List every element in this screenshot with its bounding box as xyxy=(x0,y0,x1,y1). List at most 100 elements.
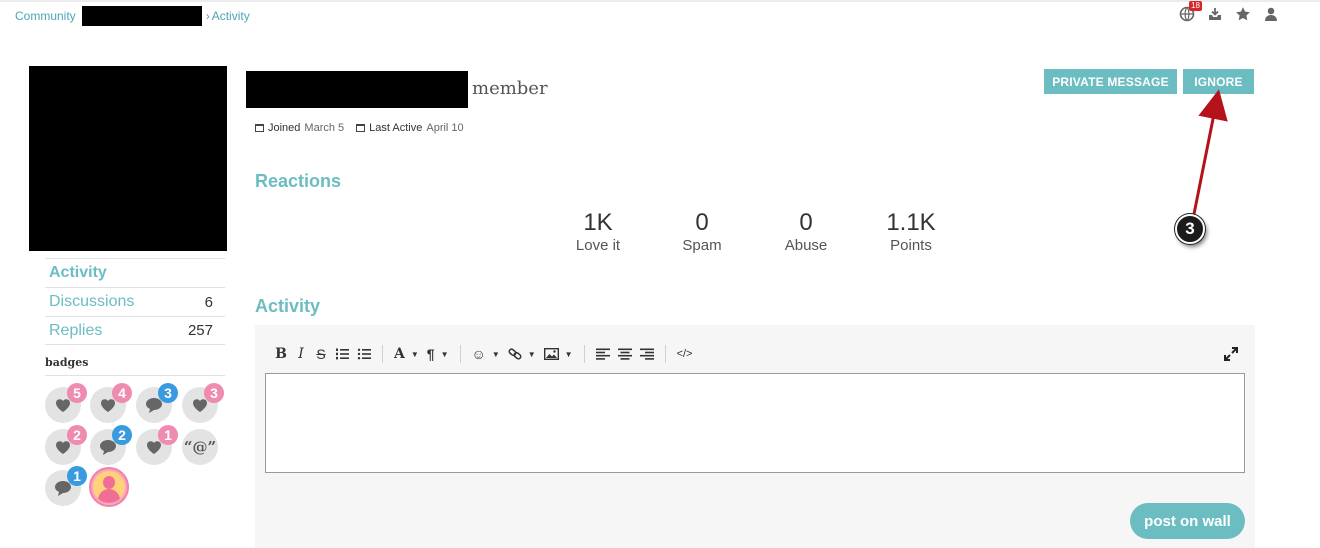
calendar-icon xyxy=(356,124,366,132)
stat-value: 0 xyxy=(799,209,813,236)
badge-comment[interactable]: 1 xyxy=(45,466,87,506)
calendar-icon xyxy=(255,124,264,132)
stat-label: Love it xyxy=(575,237,621,254)
wall-post-editor: B I S A ▼ ¶ ▼ ☺ ▼ ▼ ▼ </> post on wall xyxy=(255,325,1255,548)
badge-heart[interactable]: 5 xyxy=(45,383,87,423)
last-active-label: Last Active xyxy=(369,122,423,134)
badge-count: 2 xyxy=(112,425,132,445)
badge-count: 2 xyxy=(67,425,87,445)
ordered-list-button[interactable] xyxy=(331,343,353,365)
sidebar-item-replies[interactable]: Replies 257 xyxy=(45,316,225,345)
toolbar-divider xyxy=(664,345,666,363)
stat-points: 1.1K Points xyxy=(866,209,956,255)
caret-down-icon: ▼ xyxy=(440,349,449,359)
caret-down-icon: ▼ xyxy=(491,349,500,359)
badge-count: 3 xyxy=(204,383,224,403)
stat-love-it: 1K Love it xyxy=(553,210,643,255)
globe-icon[interactable]: 18 xyxy=(1178,1,1202,23)
code-icon: </> xyxy=(676,348,693,360)
avatar-icon xyxy=(93,471,125,503)
inbox-icon[interactable] xyxy=(1206,5,1224,23)
badge-comment[interactable]: 2 xyxy=(90,425,132,465)
align-center-button[interactable] xyxy=(614,343,636,365)
badge-heart[interactable]: 3 xyxy=(182,383,224,423)
emoji-dropdown[interactable]: ☺ ▼ xyxy=(468,343,504,365)
stat-value: 0 xyxy=(695,209,709,236)
private-message-button[interactable]: PRIVATE MESSAGE xyxy=(1044,69,1177,94)
badge-count: 1 xyxy=(158,425,178,445)
profile-meta: Joined March 5 Last Active April 10 xyxy=(255,122,464,134)
bullet-list-icon xyxy=(357,348,371,360)
badge-mention[interactable]: “@” xyxy=(182,429,218,465)
bullet-list-button[interactable] xyxy=(353,343,375,365)
badges-divider xyxy=(45,375,225,376)
breadcrumb-activity-link[interactable]: Activity xyxy=(212,9,250,23)
image-icon xyxy=(543,348,559,360)
caret-down-icon: ▼ xyxy=(564,349,573,359)
code-view-button[interactable]: </> xyxy=(673,343,697,365)
ordered-list-icon xyxy=(336,348,349,360)
profile-avatar xyxy=(29,66,227,251)
stat-abuse: 0 Abuse xyxy=(761,209,851,255)
align-right-button[interactable] xyxy=(636,343,658,365)
bold-button[interactable]: B xyxy=(271,343,291,365)
badge-count: 4 xyxy=(112,383,132,403)
caret-down-icon: ▼ xyxy=(410,349,419,359)
badge-count: 1 xyxy=(67,466,87,486)
strikethrough-icon: S xyxy=(316,346,326,362)
link-icon xyxy=(508,348,522,360)
italic-button[interactable]: I xyxy=(291,343,311,365)
ignore-button[interactable]: IGNORE xyxy=(1183,69,1254,94)
font-dropdown[interactable]: A ▼ xyxy=(390,343,423,365)
top-divider xyxy=(0,0,1320,2)
fullscreen-button[interactable] xyxy=(1221,344,1241,364)
breadcrumb: Community › Activity xyxy=(15,6,250,26)
last-active-value: April 10 xyxy=(426,122,464,134)
badge-count: 5 xyxy=(67,383,87,403)
redacted-breadcrumb-item xyxy=(81,6,202,26)
strikethrough-button[interactable]: S xyxy=(311,343,331,365)
toolbar-divider xyxy=(583,345,585,363)
sidebar-item-label: Discussions xyxy=(49,293,135,310)
italic-icon: I xyxy=(298,346,304,362)
joined-label: Joined xyxy=(268,122,301,134)
align-left-icon xyxy=(595,348,610,360)
profile-sidebar-nav: Activity Discussions 6 Replies 257 xyxy=(45,258,225,345)
star-icon[interactable] xyxy=(1234,5,1252,23)
stat-label: Abuse xyxy=(784,237,828,254)
user-icon[interactable] xyxy=(1262,5,1280,23)
toolbar-divider xyxy=(382,345,383,363)
bold-icon: B xyxy=(275,346,287,362)
paragraph-icon: ¶ xyxy=(426,346,435,362)
badge-count: 3 xyxy=(158,383,178,403)
caret-down-icon: ▼ xyxy=(527,349,536,359)
badge-avatar[interactable] xyxy=(89,467,129,507)
redacted-username xyxy=(246,71,468,108)
sidebar-item-activity[interactable]: Activity xyxy=(45,258,225,287)
paragraph-dropdown[interactable]: ¶ ▼ xyxy=(423,343,453,365)
stat-spam: 0 Spam xyxy=(657,209,747,255)
align-left-button[interactable] xyxy=(592,343,614,365)
editor-toolbar: B I S A ▼ ¶ ▼ ☺ ▼ ▼ ▼ </> xyxy=(271,343,696,365)
sidebar-item-label: Activity xyxy=(49,264,107,281)
align-right-icon xyxy=(639,348,654,360)
badge-heart[interactable]: 4 xyxy=(90,383,132,423)
expand-icon xyxy=(1224,347,1238,361)
sidebar-item-label: Replies xyxy=(49,321,103,339)
badge-comment[interactable]: 3 xyxy=(136,383,178,423)
stat-value: 1.1K xyxy=(886,209,936,236)
image-dropdown[interactable]: ▼ xyxy=(540,343,577,365)
font-icon: A xyxy=(394,346,405,362)
activity-heading: Activity xyxy=(255,296,321,316)
badge-heart[interactable]: 1 xyxy=(136,425,178,465)
post-on-wall-button[interactable]: post on wall xyxy=(1130,503,1245,539)
breadcrumb-community-link[interactable]: Community xyxy=(15,9,76,23)
mention-icon: “@” xyxy=(183,438,217,456)
joined-value: March 5 xyxy=(304,122,345,134)
sidebar-item-discussions[interactable]: Discussions 6 xyxy=(45,287,225,316)
stat-label: Spam xyxy=(682,237,722,254)
emoji-icon: ☺ xyxy=(471,346,486,362)
badge-heart[interactable]: 2 xyxy=(45,425,87,465)
post-textarea[interactable] xyxy=(265,373,1245,473)
link-dropdown[interactable]: ▼ xyxy=(504,343,540,365)
